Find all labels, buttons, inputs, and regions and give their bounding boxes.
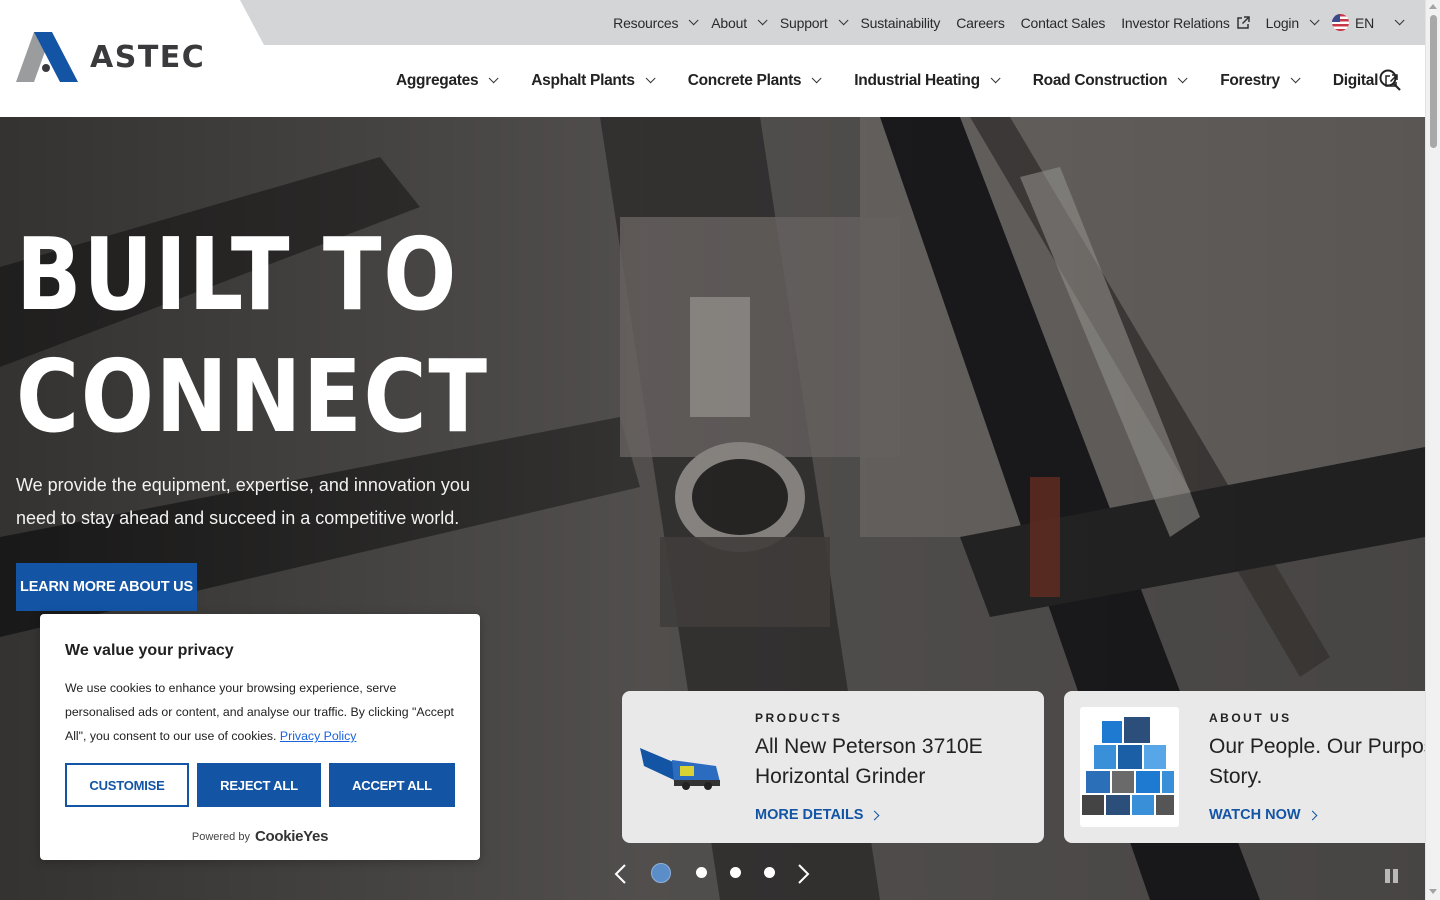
cookie-body: We use cookies to enhance your browsing … [65,681,454,743]
chevron-down-icon [1309,15,1320,26]
powered-by-label: Powered by [191,830,250,843]
util-sustainability[interactable]: Sustainability [861,15,941,31]
scroll-down-arrow-icon[interactable] [1429,889,1437,894]
page-scrollbar[interactable] [1425,0,1440,900]
nav-road-construction-label: Road Construction [1032,71,1168,89]
nav-asphalt-plants-label: Asphalt Plants [531,71,635,89]
carousel-dot-1[interactable] [651,863,671,883]
nav-forestry-label: Forestry [1220,71,1280,89]
chevron-down-icon [688,15,699,26]
us-flag-icon [1331,14,1349,31]
utility-bar: Resources About Support Sustainability C… [240,0,1425,45]
customise-button[interactable]: CUSTOMISE [65,763,189,807]
hero-subtitle: We provide the equipment, expertise, and… [16,475,470,528]
nav-aggregates-label: Aggregates [396,71,479,89]
astec-logo-icon [16,32,78,82]
chevron-down-icon [1177,73,1188,84]
nav-concrete-plants[interactable]: Concrete Plants [687,71,822,90]
hero-title-line-2: CONNECT [16,338,489,455]
chevron-right-icon [870,810,880,820]
utility-nav: Resources About Support Sustainability C… [613,0,1405,45]
util-login-label: Login [1265,14,1299,31]
watch-now-link[interactable]: WATCH NOW [1209,807,1317,823]
about-card[interactable]: ABOUT US Our People. Our Purpose. Story.… [1064,691,1425,843]
util-contact-sales[interactable]: Contact Sales [1021,15,1106,31]
main-nav: Aggregates Asphalt Plants Concrete Plant… [396,58,1434,103]
nav-concrete-plants-label: Concrete Plants [687,71,802,89]
card-title: Our People. Our Purpose. Story. [1209,732,1425,792]
hero-title-line-1: BUILT TO [16,216,459,333]
chevron-down-icon [1394,15,1405,26]
nav-industrial-heating-label: Industrial Heating [854,71,980,89]
product-card[interactable]: PRODUCTS All New Peterson 3710E Horizont… [622,691,1044,843]
watch-now-label: WATCH NOW [1209,807,1301,823]
cookie-text: We use cookies to enhance your browsing … [65,676,460,748]
grinder-machine-image [640,748,720,790]
more-details-label: MORE DETAILS [755,807,864,823]
card-eyebrow: PRODUCTS [755,711,843,725]
cookie-consent-banner: We value your privacy We use cookies to … [40,614,480,860]
astec-logo[interactable]: ASTEC [16,32,205,82]
pause-icon[interactable] [1385,869,1399,883]
nav-asphalt-plants[interactable]: Asphalt Plants [531,71,656,90]
reject-all-button[interactable]: REJECT ALL [197,763,321,807]
cookieyes-logo[interactable]: CookieYes [255,828,328,845]
carousel-prev-arrow-icon[interactable] [609,862,633,886]
search-icon[interactable] [1378,68,1402,92]
scroll-thumb[interactable] [1430,15,1437,148]
util-about[interactable]: About [711,14,768,31]
util-about-label: About [711,14,747,31]
chevron-right-icon [1307,810,1317,820]
carousel-next-arrow-icon[interactable] [791,862,815,886]
chevron-down-icon [645,73,656,84]
nav-aggregates[interactable]: Aggregates [396,71,499,90]
scroll-up-arrow-icon[interactable] [1429,4,1437,9]
people-collage-image [1080,707,1179,827]
carousel-dot-4[interactable] [764,867,775,878]
util-support[interactable]: Support [779,14,849,31]
logo-text: ASTEC [90,39,206,75]
card-title-line-1: Our People. Our Purpose. [1209,735,1425,758]
chevron-down-icon [488,73,499,84]
more-details-link[interactable]: MORE DETAILS [755,807,880,823]
util-careers-label: Careers [956,14,1005,31]
card-eyebrow: ABOUT US [1209,711,1292,725]
external-link-icon [1236,15,1250,29]
chevron-down-icon [990,73,1001,84]
util-resources-label: Resources [613,14,679,31]
language-label: EN [1354,14,1374,31]
util-contact-sales-label: Contact Sales [1020,14,1106,31]
util-investor-relations-label: Investor Relations [1121,14,1230,31]
nav-industrial-heating[interactable]: Industrial Heating [854,71,1001,90]
carousel-dot-2[interactable] [696,867,707,878]
nav-forestry[interactable]: Forestry [1220,71,1301,90]
learn-more-button[interactable]: LEARN MORE ABOUT US [16,563,197,611]
chevron-down-icon [811,73,822,84]
util-sustainability-label: Sustainability [860,14,941,31]
card-title-line-2: Story. [1209,765,1263,788]
accept-all-button[interactable]: ACCEPT ALL [329,763,455,807]
site-header: Resources About Support Sustainability C… [0,0,1425,117]
util-investor-relations[interactable]: Investor Relations [1121,14,1250,31]
util-careers[interactable]: Careers [956,14,1005,31]
cookie-title: We value your privacy [65,642,234,659]
util-resources[interactable]: Resources [613,14,699,31]
carousel-dot-3[interactable] [730,867,741,878]
powered-by: Powered by CookieYes [40,828,480,845]
util-support-label: Support [779,14,828,31]
privacy-policy-link[interactable]: Privacy Policy [280,729,357,743]
nav-digital-label: Digital [1332,71,1379,89]
card-title: All New Peterson 3710E Horizontal Grinde… [755,735,983,788]
language-selector[interactable]: EN [1331,14,1405,31]
chevron-down-icon [757,15,768,26]
util-login[interactable]: Login [1265,14,1320,31]
chevron-down-icon [1290,73,1301,84]
nav-road-construction[interactable]: Road Construction [1032,71,1188,90]
chevron-down-icon [838,15,849,26]
hero-title: BUILT TO CONNECT [16,214,532,458]
